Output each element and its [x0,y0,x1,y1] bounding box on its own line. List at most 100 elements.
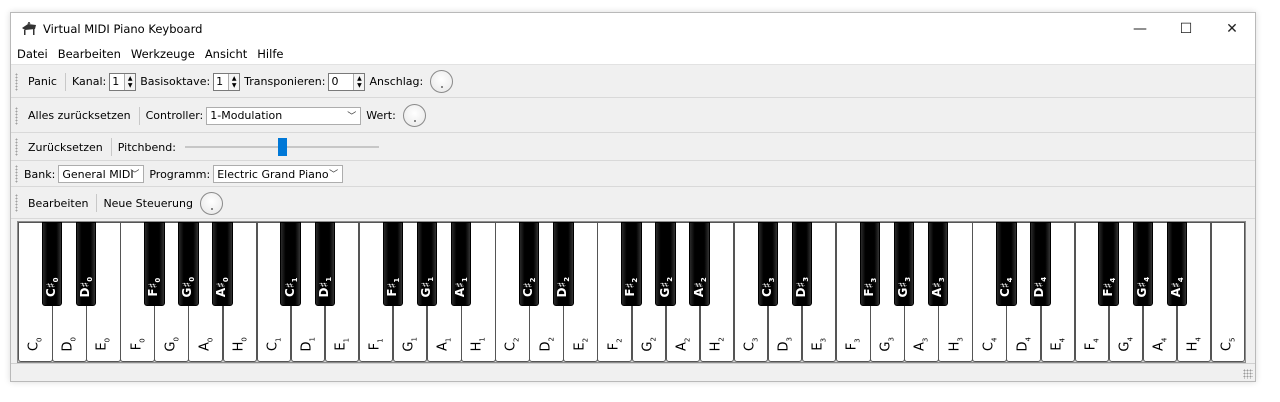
toolbar-grip[interactable] [15,138,18,156]
reset-pitchbend-button[interactable]: Zurücksetzen [24,139,107,156]
toolbar-grip[interactable] [15,165,18,183]
new-control-label: Neue Steuerung [103,196,193,210]
minimize-button[interactable]: — [1117,13,1163,44]
black-key-label: D♯4 [1032,276,1049,298]
menu-help[interactable]: Hilfe [253,47,289,61]
white-key-label: A3 [913,338,930,352]
black-key-label: F♯1 [384,277,402,297]
transpose-spinbox[interactable]: 0 ▲ ▼ [328,72,366,91]
toolbar-grip[interactable] [15,106,18,125]
toolbar-programs: Bank: General MIDI ﹀ Programm: Electric … [11,162,1255,187]
value-label: Wert: [366,109,396,122]
black-key[interactable]: G♯1 [416,222,438,306]
maximize-button[interactable]: ☐ [1163,13,1209,44]
black-key[interactable]: D♯1 [314,222,335,306]
window-controls: — ☐ ✕ [1117,13,1255,44]
black-key[interactable]: D♯4 [1030,222,1051,306]
black-key-label: C♯2 [521,277,538,297]
black-key[interactable]: F♯4 [1098,222,1119,306]
bank-select[interactable]: General MIDI ﹀ [58,165,145,183]
white-key-label: H4 [1185,337,1203,352]
base-octave-label: Basisoktave: [140,75,211,88]
menu-view[interactable]: Ansicht [201,47,253,61]
white-key-label: A0 [197,338,214,352]
white-key-label: E3 [810,338,828,352]
controller-select[interactable]: 1-Modulation ﹀ [206,106,362,125]
black-key-label: G♯0 [180,276,197,298]
new-control-dial[interactable] [199,191,223,215]
black-key[interactable]: A♯4 [1166,222,1188,306]
chevron-down-icon: ﹀ [347,111,357,122]
white-key-label: C2 [504,337,521,352]
black-key[interactable]: F♯1 [382,222,404,306]
reset-all-button[interactable]: Alles zurücksetzen [24,107,135,124]
spin-arrows-icon[interactable]: ▲ ▼ [228,73,240,90]
menu-file[interactable]: Datei [13,47,54,61]
menu-edit[interactable]: Bearbeiten [54,47,127,61]
pitchbend-slider[interactable] [184,138,379,156]
spin-arrows-icon[interactable]: ▲ ▼ [353,73,365,90]
black-key[interactable]: G♯3 [893,222,915,306]
white-key-label: D2 [538,337,555,352]
black-key[interactable]: D♯2 [553,222,574,306]
black-key[interactable]: D♯3 [791,222,813,306]
toolbar-notes: Panic Kanal: 1 ▲ ▼ Basisoktave: 1 ▲ ▼ Tran… [11,66,1255,98]
white-key-label: H2 [708,337,726,352]
toolbar-grip[interactable] [15,194,18,212]
velocity-dial[interactable] [430,70,454,93]
white-key-label: H0 [231,337,249,352]
white-key-label: D1 [299,337,317,352]
slider-handle[interactable] [277,138,287,156]
black-key-label: D♯1 [316,276,333,298]
program-label: Programm: [149,167,211,181]
edit-controls-button[interactable]: Bearbeiten [24,195,92,212]
piano-keyboard: C0 D0 E0 F0 G0 A0 H0 C1 D1 E1 F1 G1 A1 H1 C2 D2 E2 F2 G2 A2… [17,221,1246,363]
toolbar-separator [138,106,140,125]
transpose-value: 0 [331,75,339,88]
toolbar-separator [64,72,66,91]
grand-piano-icon [22,21,36,35]
black-key[interactable]: F♯3 [859,222,881,306]
white-key-label: D0 [61,337,78,352]
controller-value: 1-Modulation [210,109,283,122]
black-key-label: A♯3 [930,276,947,297]
black-key[interactable]: A♯1 [450,222,472,306]
black-key[interactable]: A♯0 [212,222,233,306]
bank-label: Bank: [24,167,56,181]
toolbar-grip[interactable] [15,72,18,91]
toolbar-controllers: Alles zurücksetzen Controller: 1-Modulat… [11,99,1255,133]
black-key[interactable]: F♯0 [144,222,165,306]
pitchbend-label: Pitchbend: [117,140,176,154]
panic-button[interactable]: Panic [24,73,61,90]
black-key[interactable]: G♯0 [178,222,199,306]
white-key-label: A4 [1151,338,1169,352]
black-key[interactable]: A♯2 [689,222,710,306]
chevron-down-icon: ﹀ [130,170,140,180]
black-key[interactable]: C♯1 [280,222,301,306]
white-key-label: E2 [572,338,589,352]
resize-grip[interactable] [1243,369,1253,379]
white-key-label: F3 [844,338,862,351]
title-bar[interactable]: Virtual MIDI Piano Keyboard — ☐ ✕ [11,13,1255,44]
black-key[interactable]: D♯0 [75,222,97,306]
program-select[interactable]: Electric Grand Piano ﹀ [213,165,344,183]
white-key[interactable]: C5 [1210,222,1246,362]
black-key[interactable]: F♯2 [621,222,642,306]
black-key[interactable]: A♯3 [928,222,949,306]
menu-tools[interactable]: Werkzeuge [127,47,201,61]
black-key[interactable]: C♯3 [757,222,779,306]
channel-spinbox[interactable]: 1 ▲ ▼ [109,72,137,91]
spin-arrows-icon[interactable]: ▲ ▼ [124,73,136,90]
black-key[interactable]: C♯0 [41,222,63,306]
black-key-label: G♯3 [895,276,913,298]
close-button[interactable]: ✕ [1209,13,1255,44]
controller-value-dial[interactable] [402,104,426,127]
base-octave-spinbox[interactable]: 1 ▲ ▼ [213,72,241,91]
white-key-label: F1 [367,338,385,351]
toolbar-extra-controls: Bearbeiten Neue Steuerung [11,188,1255,219]
black-key[interactable]: G♯2 [655,222,676,306]
window-title: Virtual MIDI Piano Keyboard [43,21,203,36]
black-key[interactable]: C♯2 [519,222,540,306]
black-key[interactable]: G♯4 [1132,222,1153,306]
black-key[interactable]: C♯4 [996,222,1017,306]
